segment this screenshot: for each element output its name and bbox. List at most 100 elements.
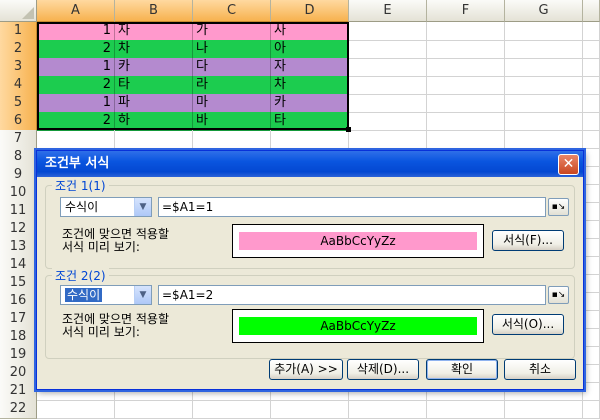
empty-cell[interactable] [349,58,427,77]
cell-a4[interactable]: 2 [37,76,115,95]
cell-d1[interactable]: 사 [271,22,349,41]
row-header[interactable]: 22 [0,400,37,419]
empty-cell[interactable] [427,94,505,113]
column-header-d[interactable]: D [271,0,349,22]
row-header[interactable]: 8 [0,148,37,167]
add-condition-button[interactable]: 추가(A) >> [269,359,343,380]
empty-cell[interactable] [193,400,271,419]
empty-cell[interactable] [583,274,600,293]
empty-cell[interactable] [583,94,600,113]
column-header-b[interactable]: B [115,0,193,22]
cancel-button[interactable]: 취소 [504,359,576,380]
empty-cell[interactable] [271,130,349,149]
empty-cell[interactable] [349,40,427,59]
column-header-a[interactable]: A [37,0,115,22]
row-header[interactable]: 16 [0,292,37,311]
empty-cell[interactable] [349,94,427,113]
empty-cell[interactable] [505,76,583,95]
empty-cell[interactable] [193,130,271,149]
empty-cell[interactable] [583,112,600,131]
empty-cell[interactable] [427,58,505,77]
cell-d4[interactable]: 차 [271,76,349,95]
empty-cell[interactable] [583,22,600,41]
column-header-c[interactable]: C [193,0,271,22]
empty-cell[interactable] [505,112,583,131]
empty-cell[interactable] [583,400,600,419]
empty-cell[interactable] [37,400,115,419]
empty-cell[interactable] [349,112,427,131]
empty-cell[interactable] [505,22,583,41]
close-icon[interactable]: ✕ [558,154,579,175]
empty-cell[interactable] [583,40,600,59]
cell-a1[interactable]: 1 [37,22,115,41]
empty-cell[interactable] [583,256,600,275]
cell-c3[interactable]: 다 [193,58,271,77]
row-header[interactable]: 6 [0,112,37,131]
condition2-format-button[interactable]: 서식(O)... [492,314,564,335]
row-header[interactable]: 15 [0,274,37,293]
row-header[interactable]: 13 [0,238,37,257]
row-header[interactable]: 4 [0,76,37,95]
empty-cell[interactable] [583,238,600,257]
dialog-titlebar[interactable]: 조건부 서식 ✕ [37,151,583,177]
column-header-e[interactable]: E [349,0,427,22]
condition1-formula-input[interactable]: =$A1=1 [158,197,546,217]
empty-cell[interactable] [505,130,583,149]
empty-cell[interactable] [427,400,505,419]
empty-cell[interactable] [583,292,600,311]
empty-cell[interactable] [349,130,427,149]
condition1-format-button[interactable]: 서식(F)... [492,230,564,251]
row-header[interactable]: 19 [0,346,37,365]
cell-c4[interactable]: 라 [193,76,271,95]
column-header-g[interactable]: G [505,0,583,22]
cell-b5[interactable]: 파 [115,94,193,113]
empty-cell[interactable] [583,58,600,77]
empty-cell[interactable] [505,58,583,77]
cell-c2[interactable]: 나 [193,40,271,59]
empty-cell[interactable] [505,94,583,113]
row-header[interactable]: 1 [0,22,37,41]
cell-c1[interactable]: 가 [193,22,271,41]
empty-cell[interactable] [583,76,600,95]
row-header[interactable]: 9 [0,166,37,185]
empty-cell[interactable] [349,22,427,41]
cell-d5[interactable]: 카 [271,94,349,113]
row-header[interactable]: 10 [0,184,37,203]
column-header-h[interactable] [583,0,600,22]
empty-cell[interactable] [349,400,427,419]
empty-cell[interactable] [271,400,349,419]
cell-d3[interactable]: 자 [271,58,349,77]
empty-cell[interactable] [583,364,600,383]
empty-cell[interactable] [427,130,505,149]
cell-c6[interactable]: 바 [193,112,271,131]
cell-a5[interactable]: 1 [37,94,115,113]
row-header[interactable]: 3 [0,58,37,77]
row-header[interactable]: 20 [0,364,37,383]
row-header[interactable]: 17 [0,310,37,329]
chevron-down-icon[interactable]: ▼ [134,286,151,304]
empty-cell[interactable] [115,130,193,149]
empty-cell[interactable] [583,202,600,221]
empty-cell[interactable] [583,220,600,239]
empty-cell[interactable] [583,310,600,329]
empty-cell[interactable] [583,166,600,185]
column-header-f[interactable]: F [427,0,505,22]
row-header[interactable]: 14 [0,256,37,275]
empty-cell[interactable] [505,400,583,419]
delete-condition-button[interactable]: 삭제(D)... [347,359,419,380]
cell-b3[interactable]: 카 [115,58,193,77]
cell-a3[interactable]: 1 [37,58,115,77]
row-header[interactable]: 5 [0,94,37,113]
row-header[interactable]: 2 [0,40,37,59]
cell-b1[interactable]: 자 [115,22,193,41]
empty-cell[interactable] [583,130,600,149]
condition2-formula-input[interactable]: =$A1=2 [158,285,546,305]
empty-cell[interactable] [583,346,600,365]
chevron-down-icon[interactable]: ▼ [134,198,151,216]
cell-a6[interactable]: 2 [37,112,115,131]
row-header[interactable]: 11 [0,202,37,221]
cell-b6[interactable]: 하 [115,112,193,131]
ok-button[interactable]: 확인 [426,359,498,380]
row-header[interactable]: 7 [0,130,37,149]
condition2-type-select[interactable]: 수식이 ▼ [60,285,152,305]
